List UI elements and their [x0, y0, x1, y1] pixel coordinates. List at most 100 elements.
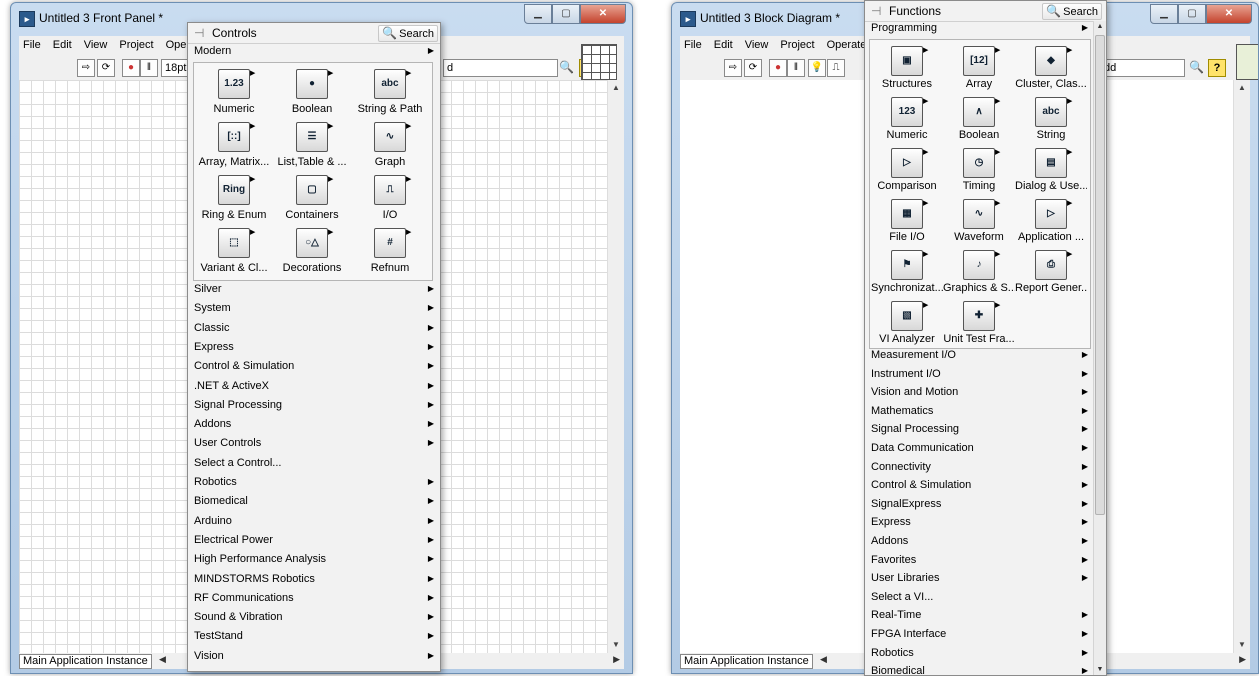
palette-category-item[interactable]: Connectivity ▶ [865, 458, 1094, 477]
search-field[interactable]: d [443, 59, 558, 77]
palette-category-item[interactable]: System ▶ [188, 299, 440, 318]
highlight-execution-icon[interactable]: 💡 [808, 59, 826, 77]
category-programming[interactable]: Programming ▶ [865, 19, 1094, 37]
palette-icon-item[interactable]: abc ▶ String [1015, 95, 1087, 146]
palette-category-item[interactable]: Signal Processing ▶ [865, 420, 1094, 439]
retain-wire-values-icon[interactable]: ⎍ [827, 59, 845, 77]
scroll-down-icon[interactable]: ▼ [1234, 637, 1250, 653]
scroll-down-icon[interactable]: ▼ [608, 637, 624, 653]
palette-category-item[interactable]: Real-Time ▶ [865, 606, 1094, 625]
palette-category-item[interactable]: User Controls ▶ [188, 434, 440, 453]
palette-icon-item[interactable]: ∿ ▶ Waveform [943, 197, 1015, 248]
menu-view[interactable]: View [745, 39, 769, 51]
palette-category-item[interactable]: Select a VI... [865, 588, 1094, 607]
run-continuously-icon[interactable]: ⟳ [744, 59, 762, 77]
minimize-button[interactable]: ▁ [1150, 4, 1178, 24]
menu-project[interactable]: Project [119, 39, 153, 51]
minimize-button[interactable]: ▁ [524, 4, 552, 24]
scroll-up-icon[interactable]: ▲ [1094, 23, 1106, 30]
vertical-scrollbar[interactable]: ▲ ▼ [607, 80, 624, 653]
palette-category-item[interactable]: Express ▶ [188, 338, 440, 357]
palette-category-item[interactable]: Mathematics ▶ [865, 402, 1094, 421]
palette-icon-item[interactable]: abc ▶ String & Path [351, 67, 429, 120]
palette-category-item[interactable]: MINDSTORMS Robotics ▶ [188, 570, 440, 589]
palette-icon-item[interactable]: ⎍ ▶ I/O [351, 173, 429, 226]
menu-operate[interactable]: Operate [827, 39, 867, 51]
palette-category-item[interactable]: Signal Processing ▶ [188, 396, 440, 415]
palette-icon-item[interactable]: ▷ ▶ Comparison [871, 146, 943, 197]
help-icon[interactable]: ? [1208, 59, 1226, 77]
application-instance[interactable]: Main Application Instance [19, 654, 152, 669]
search-field[interactable]: dd [1100, 59, 1185, 77]
palette-category-item[interactable]: Biomedical ▶ [188, 492, 440, 511]
menu-view[interactable]: View [84, 39, 108, 51]
palette-category-item[interactable]: Robotics ▶ [188, 473, 440, 492]
pin-icon[interactable]: ⊣ [194, 26, 204, 40]
scroll-down-icon[interactable]: ▼ [1094, 666, 1106, 673]
palette-category-item[interactable]: Data Communication ▶ [865, 439, 1094, 458]
palette-icon-item[interactable]: 1.23 ▶ Numeric [195, 67, 273, 120]
palette-icon-item[interactable]: # ▶ Refnum [351, 226, 429, 279]
palette-category-item[interactable]: Robotics ▶ [865, 644, 1094, 663]
palette-category-item[interactable]: Sound & Vibration ▶ [188, 608, 440, 627]
palette-icon-item[interactable]: Ring ▶ Ring & Enum [195, 173, 273, 226]
palette-category-item[interactable]: Silver ▶ [188, 280, 440, 299]
palette-icon-item[interactable]: ▷ ▶ Application ... [1015, 197, 1087, 248]
palette-icon-item[interactable]: [12] ▶ Array [943, 44, 1015, 95]
palette-header[interactable]: ⊣ Controls 🔍 Search [188, 23, 440, 44]
palette-category-item[interactable]: Control & Simulation ▶ [865, 476, 1094, 495]
palette-icon-item[interactable]: ∿ ▶ Graph [351, 120, 429, 173]
palette-category-item[interactable]: Classic ▶ [188, 319, 440, 338]
palette-icon-item[interactable]: ○△ ▶ Decorations [273, 226, 351, 279]
palette-category-item[interactable]: RF Communications ▶ [188, 589, 440, 608]
palette-category-item[interactable]: TestStand ▶ [188, 627, 440, 646]
palette-icon-item[interactable]: ⬚ ▶ Variant & Cl... [195, 226, 273, 279]
palette-category-item[interactable]: Addons ▶ [865, 532, 1094, 551]
maximize-button[interactable]: ▢ [552, 4, 580, 24]
palette-category-item[interactable]: Electrical Power ▶ [188, 531, 440, 550]
menu-file[interactable]: File [23, 39, 41, 51]
maximize-button[interactable]: ▢ [1178, 4, 1206, 24]
application-instance[interactable]: Main Application Instance [680, 654, 813, 669]
palette-icon-item[interactable]: ▧ ▶ VI Analyzer [871, 299, 943, 350]
palette-icon-item[interactable]: ☰ ▶ List,Table & ... [273, 120, 351, 173]
menu-edit[interactable]: Edit [714, 39, 733, 51]
palette-icon-item[interactable]: ♪ ▶ Graphics & S... [943, 248, 1015, 299]
palette-category-item[interactable]: Control & Simulation ▶ [188, 357, 440, 376]
search-icon[interactable]: 🔍 [1189, 60, 1204, 74]
palette-category-item[interactable]: SignalExpress ▶ [865, 495, 1094, 514]
scroll-left-icon[interactable]: ◀ [820, 654, 827, 665]
scroll-up-icon[interactable]: ▲ [1234, 80, 1250, 96]
run-continuously-icon[interactable]: ⟳ [97, 59, 115, 77]
palette-icon-item[interactable]: ◷ ▶ Timing [943, 146, 1015, 197]
run-arrow-icon[interactable]: ⇨ [77, 59, 95, 77]
palette-search-button[interactable]: 🔍 Search [378, 25, 438, 42]
connector-pane-icon[interactable] [581, 44, 617, 80]
search-icon[interactable]: 🔍 [559, 60, 574, 74]
palette-category-item[interactable]: Vision ▶ [188, 647, 440, 666]
abort-icon[interactable]: ● [769, 59, 787, 77]
palette-icon-item[interactable]: ▣ ▶ Structures [871, 44, 943, 95]
palette-category-item[interactable]: Instrument I/O ▶ [865, 365, 1094, 384]
palette-icon-item[interactable]: ▤ ▶ Dialog & Use... [1015, 146, 1087, 197]
palette-scrollbar[interactable]: ▲ ▼ [1093, 21, 1106, 675]
menu-edit[interactable]: Edit [53, 39, 72, 51]
palette-category-item[interactable]: Addons ▶ [188, 415, 440, 434]
vertical-scrollbar[interactable]: ▲ ▼ [1233, 80, 1250, 653]
palette-category-item[interactable]: High Performance Analysis ▶ [188, 550, 440, 569]
palette-category-item[interactable]: User Libraries ▶ [865, 569, 1094, 588]
palette-icon-item[interactable]: ▢ ▶ Containers [273, 173, 351, 226]
palette-icon-item[interactable]: ▦ ▶ File I/O [871, 197, 943, 248]
pause-icon[interactable]: ‖ [787, 59, 805, 77]
scroll-thumb[interactable] [1095, 35, 1105, 515]
palette-icon-item[interactable]: ◆ ▶ Cluster, Clas... [1015, 44, 1087, 95]
close-button[interactable]: ✕ [1206, 4, 1252, 24]
palette-category-item[interactable]: Select a Control... [188, 454, 440, 473]
palette-search-button[interactable]: 🔍 Search [1042, 3, 1102, 20]
palette-category-item[interactable]: .NET & ActiveX ▶ [188, 377, 440, 396]
pin-icon[interactable]: ⊣ [871, 4, 881, 18]
palette-icon-item[interactable]: 123 ▶ Numeric [871, 95, 943, 146]
menu-file[interactable]: File [684, 39, 702, 51]
scroll-right-icon[interactable]: ▶ [1239, 654, 1246, 665]
palette-icon-item[interactable]: ✚ ▶ Unit Test Fra... [943, 299, 1015, 350]
